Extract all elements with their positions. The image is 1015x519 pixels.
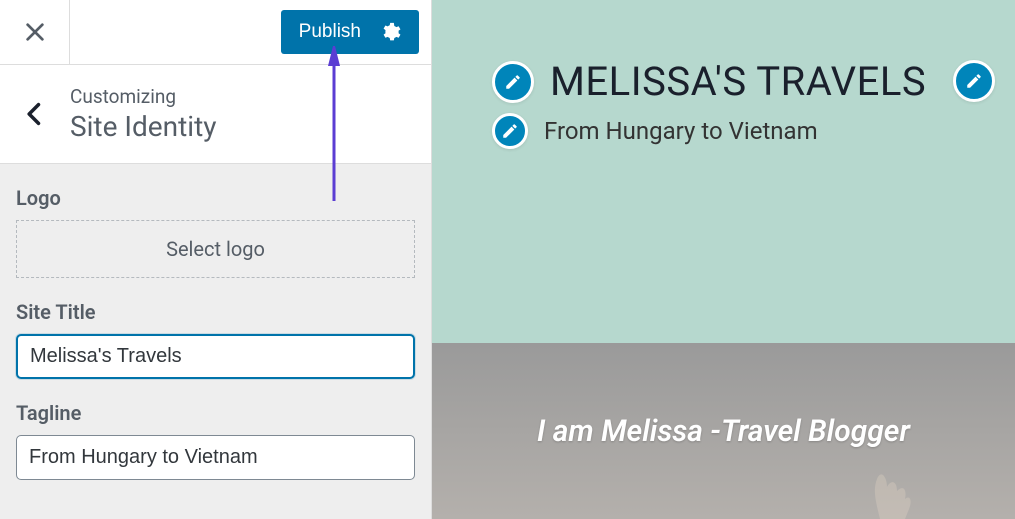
select-logo-button[interactable]: Select logo [16, 220, 415, 278]
logo-label: Logo [16, 186, 415, 210]
tagline-row: From Hungary to Vietnam [492, 113, 1015, 149]
chevron-left-icon [21, 100, 49, 128]
edit-site-title-button[interactable] [492, 61, 534, 103]
preview-site-title: MELISSA'S TRAVELS [550, 58, 926, 105]
back-button[interactable] [0, 85, 70, 143]
site-title-row: MELISSA'S TRAVELS [492, 58, 1015, 105]
hand-illustration [835, 459, 925, 519]
customizer-sidebar: Publish Customizing Site Identity Logo S… [0, 0, 432, 519]
publish-button-label: Publish [299, 21, 361, 43]
section-kicker: Customizing [70, 85, 216, 108]
form-area: Logo Select logo Site Title Tagline [0, 164, 431, 496]
customizer-topbar: Publish [0, 0, 431, 65]
section-header: Customizing Site Identity [0, 65, 431, 164]
site-title-label: Site Title [16, 300, 415, 324]
preview-pane: MELISSA'S TRAVELS From Hungary to Vietna… [432, 0, 1015, 519]
tagline-input[interactable] [16, 435, 415, 480]
preview-banner: I am Melissa -Travel Blogger [432, 343, 1015, 519]
edit-tagline-button[interactable] [492, 113, 528, 149]
banner-text: I am Melissa -Travel Blogger [537, 414, 910, 449]
publish-button[interactable]: Publish [281, 10, 419, 54]
edit-header-button[interactable] [953, 60, 995, 102]
pencil-icon [965, 72, 983, 90]
site-title-input[interactable] [16, 334, 415, 379]
section-text: Customizing Site Identity [70, 85, 216, 143]
tagline-label: Tagline [16, 401, 415, 425]
preview-tagline: From Hungary to Vietnam [544, 117, 818, 145]
section-title: Site Identity [70, 110, 216, 143]
close-icon [24, 21, 46, 43]
preview-hero: MELISSA'S TRAVELS From Hungary to Vietna… [432, 0, 1015, 343]
pencil-icon [501, 122, 519, 140]
select-logo-label: Select logo [166, 237, 265, 261]
gear-icon [379, 21, 401, 43]
pencil-icon [504, 73, 522, 91]
close-button[interactable] [0, 0, 70, 65]
